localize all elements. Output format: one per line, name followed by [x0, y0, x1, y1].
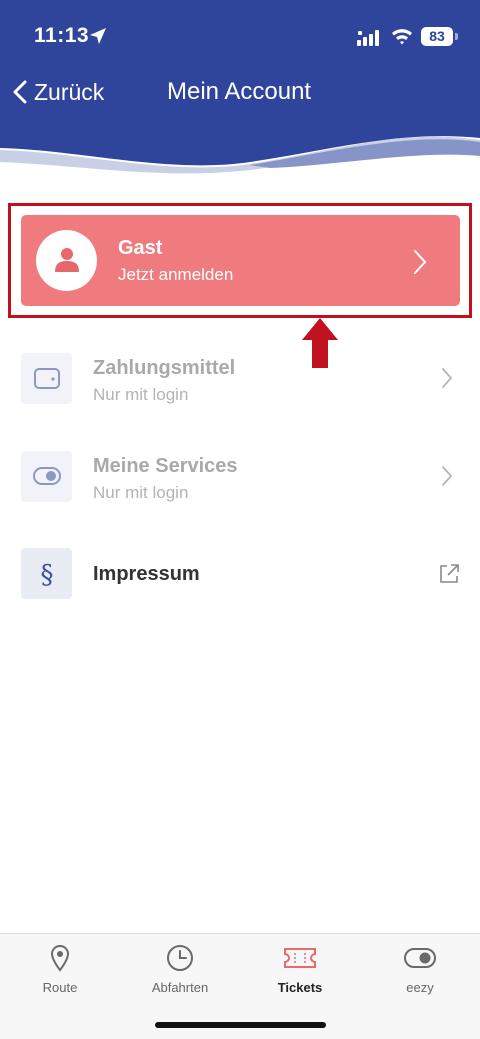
menu-item-zahlungsmittel[interactable]: Zahlungsmittel Nur mit login [0, 349, 480, 409]
user-icon [55, 248, 79, 272]
back-label: Zurück [34, 78, 105, 105]
status-bar: 11:13 83 [0, 22, 480, 56]
toggle-icon [33, 467, 61, 485]
cellular-signal-icon [357, 30, 379, 46]
home-indicator [155, 1022, 326, 1028]
location-arrow-icon [90, 28, 106, 44]
chevron-left-icon [13, 80, 27, 104]
menu-item-meine-services[interactable]: Meine Services Nur mit login [0, 447, 480, 507]
svg-text:§: § [41, 560, 54, 589]
wifi-icon [392, 29, 412, 45]
battery-indicator: 83 [421, 27, 453, 46]
menu-item-title: Meine Services [93, 455, 238, 477]
guest-login-card[interactable]: Gast Jetzt anmelden [21, 215, 460, 306]
wallet-icon-box [21, 353, 72, 404]
toggle-icon-box [21, 451, 72, 502]
external-link-icon [440, 564, 459, 583]
avatar [36, 230, 97, 291]
wallet-icon [34, 368, 60, 389]
section-sign-icon-box: § [21, 548, 72, 599]
battery-tip [455, 33, 458, 40]
menu-item-subtitle: Nur mit login [93, 483, 189, 502]
location-pin-icon [50, 945, 70, 972]
menu-item-title: Impressum [93, 563, 200, 585]
tab-abfahrten[interactable]: Abfahrten [120, 934, 240, 1004]
menu-item-title: Zahlungsmittel [93, 357, 236, 379]
page-title: Mein Account [167, 78, 312, 105]
tab-label: Route [42, 980, 78, 995]
menu-item-subtitle: Nur mit login [93, 385, 189, 404]
tab-label: Tickets [277, 980, 323, 995]
guest-subtitle: Jetzt anmelden [118, 265, 234, 284]
clock-icon [167, 945, 193, 971]
tab-eezy[interactable]: eezy [360, 934, 480, 1004]
status-time: 11:13 [34, 24, 90, 47]
menu-item-impressum[interactable]: § Impressum [0, 544, 480, 604]
section-sign-icon: § [41, 560, 54, 589]
tab-route[interactable]: Route [0, 934, 120, 1004]
navigation-bar: Zurück Mein Account [0, 72, 480, 112]
toggle-icon [404, 948, 436, 968]
chevron-right-icon [442, 466, 453, 486]
chevron-right-icon [414, 250, 427, 274]
ticket-icon [284, 948, 316, 968]
chevron-right-icon [442, 368, 453, 388]
tab-label: Abfahrten [151, 980, 209, 995]
guest-name: Gast [118, 237, 163, 259]
tab-label: eezy [406, 980, 434, 995]
tab-tickets[interactable]: Tickets [240, 934, 360, 1004]
back-button[interactable]: Zurück [12, 72, 104, 112]
